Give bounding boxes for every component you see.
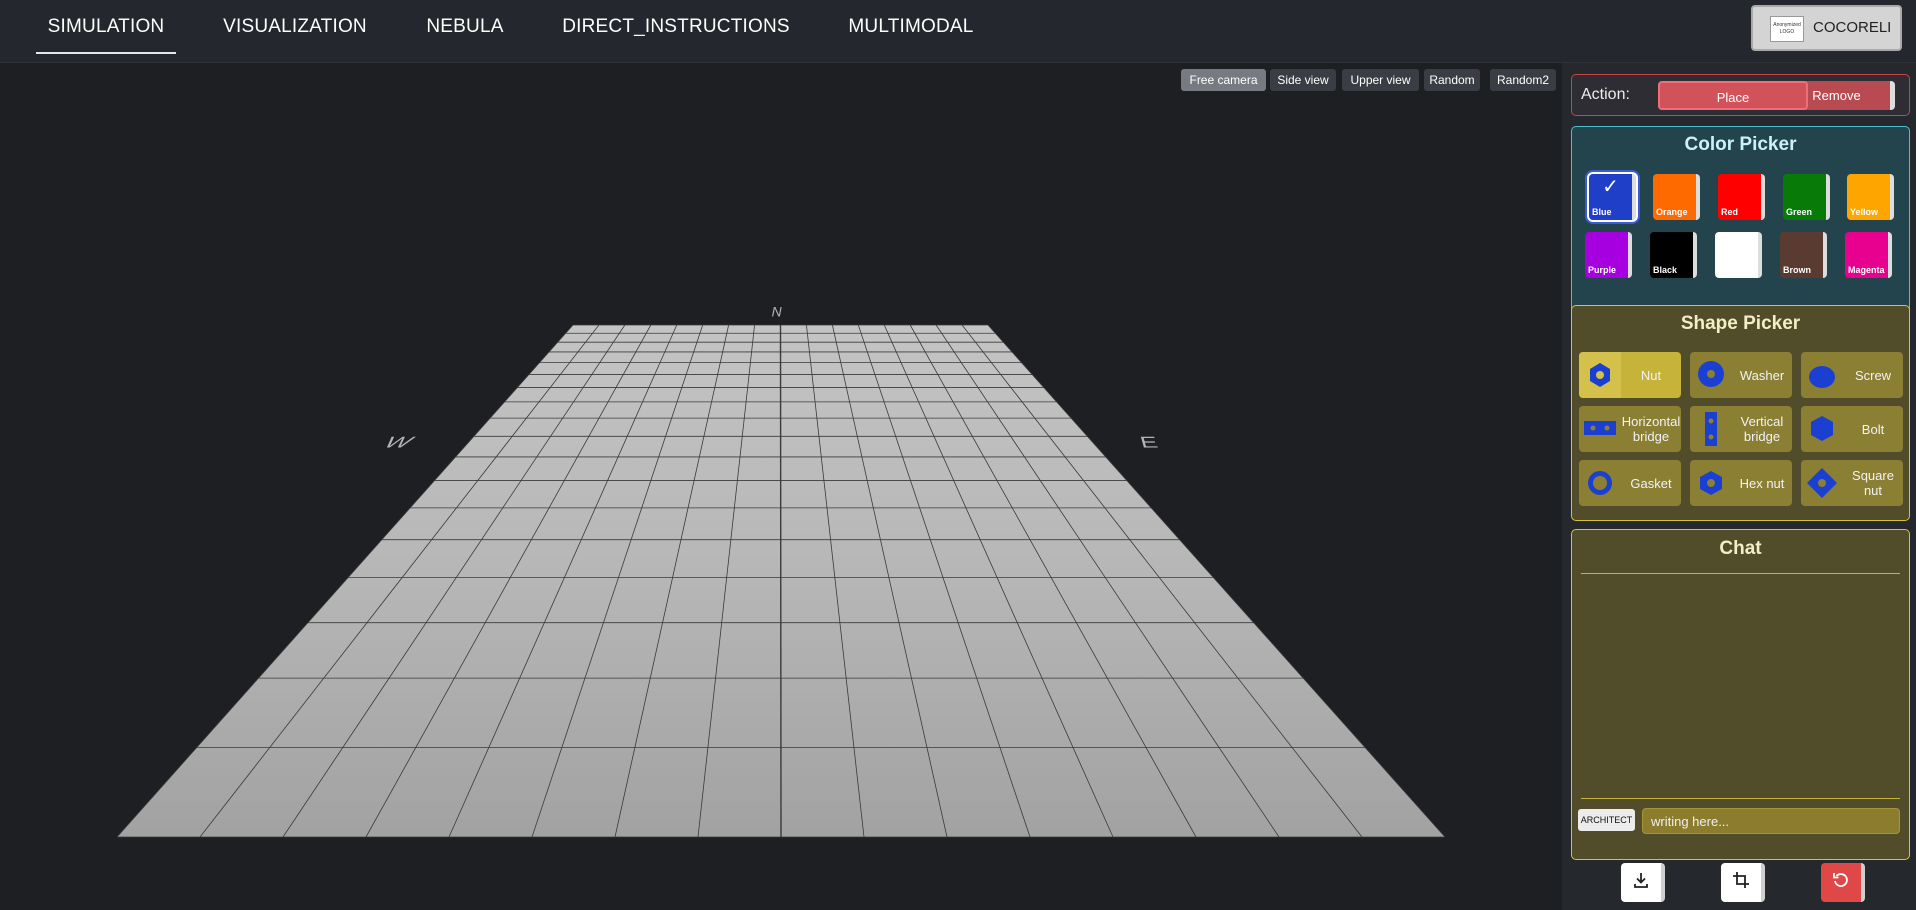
shape-label-square-nut: Square nut <box>1852 468 1894 498</box>
color-swatch-white[interactable]: White <box>1715 232 1762 278</box>
color-swatch-orange[interactable]: Orange <box>1653 174 1700 220</box>
brand-logo: Anonymized LOGO <box>1770 16 1804 42</box>
action-label: Action: <box>1581 86 1630 103</box>
vertical-bridge-icon <box>1690 406 1732 452</box>
camera-side-button[interactable]: Side view <box>1270 69 1336 91</box>
color-swatch-blue[interactable]: ✓ Blue <box>1589 174 1636 220</box>
square-nut-icon <box>1801 460 1843 506</box>
crop-button[interactable] <box>1721 863 1765 902</box>
color-swatch-black[interactable]: Black <box>1650 232 1697 278</box>
shape-washer-button[interactable]: Washer <box>1690 352 1792 398</box>
color-picker-title: Color Picker <box>1684 134 1797 155</box>
grid-floor[interactable] <box>0 63 1562 910</box>
shape-vertical-bridge-button[interactable]: Vertical bridge <box>1690 406 1792 452</box>
color-label-red: Red <box>1721 207 1739 217</box>
color-label-brown: Brown <box>1783 265 1811 275</box>
color-swatch-yellow[interactable]: Yellow <box>1847 174 1894 220</box>
shape-label-nut: Nut <box>1640 367 1662 383</box>
chat-divider-bottom <box>1581 798 1900 799</box>
color-label-green: Green <box>1786 207 1813 217</box>
download-icon <box>1632 871 1650 894</box>
shape-label-horizontal-bridge: Horizontal bridge <box>1621 414 1681 444</box>
shape-picker: Shape Picker Nut Washer Screw Horizontal… <box>1571 305 1910 521</box>
hex-nut-icon <box>1690 460 1732 506</box>
chat-input[interactable] <box>1642 808 1900 834</box>
reset-icon <box>1832 871 1850 894</box>
control-panel: Action: Remove Place Color Picker ✓ Blue… <box>1562 63 1916 910</box>
color-label-blue: Blue <box>1592 207 1612 217</box>
bolt-icon <box>1801 406 1843 452</box>
top-navigation-bar: SIMULATION VISUALIZATION NEBULA DIRECT_I… <box>0 0 1916 63</box>
camera-random-button[interactable]: Random <box>1424 69 1480 91</box>
color-swatch-purple[interactable]: Purple <box>1585 232 1632 278</box>
crop-icon <box>1732 871 1750 894</box>
chat-title: Chat <box>1719 538 1762 559</box>
shape-hex-nut-button[interactable]: Hex nut <box>1690 460 1792 506</box>
compass-north-label: N <box>772 304 783 320</box>
checkmark-icon: ✓ <box>1602 176 1619 198</box>
camera-free-button[interactable]: Free camera <box>1181 69 1266 91</box>
chat-messages[interactable] <box>1581 576 1900 796</box>
color-label-orange: Orange <box>1656 207 1688 217</box>
shape-bolt-button[interactable]: Bolt <box>1801 406 1903 452</box>
action-selector: Action: Remove Place <box>1571 74 1910 116</box>
tab-multimodal[interactable]: MULTIMODAL <box>844 0 978 54</box>
place-button[interactable]: Place <box>1658 81 1808 110</box>
nut-icon <box>1579 352 1621 398</box>
shape-picker-title: Shape Picker <box>1680 313 1801 334</box>
color-swatch-green[interactable]: Green <box>1783 174 1830 220</box>
horizontal-bridge-icon <box>1579 406 1621 452</box>
download-button[interactable] <box>1621 863 1665 902</box>
reset-button[interactable] <box>1821 863 1865 902</box>
tab-visualization[interactable]: VISUALIZATION <box>218 0 372 54</box>
camera-upper-button[interactable]: Upper view <box>1342 69 1419 91</box>
simulation-viewport[interactable]: N W E Free camera Side view Upper view R… <box>0 63 1562 910</box>
shape-label-screw: Screw <box>1854 367 1892 383</box>
shape-screw-button[interactable]: Screw <box>1801 352 1903 398</box>
tab-direct-instructions[interactable]: DIRECT_INSTRUCTIONS <box>560 0 792 54</box>
screw-icon <box>1801 352 1843 398</box>
shape-nut-button[interactable]: Nut <box>1579 352 1681 398</box>
shape-label-bolt: Bolt <box>1861 421 1885 437</box>
color-label-yellow: Yellow <box>1850 207 1879 217</box>
gasket-icon <box>1579 460 1621 506</box>
color-label-magenta: Magenta <box>1848 265 1885 275</box>
color-label-white: White <box>1718 265 1743 275</box>
shape-gasket-button[interactable]: Gasket <box>1579 460 1681 506</box>
role-button[interactable]: ARCHITECT <box>1578 809 1635 831</box>
color-swatch-red[interactable]: Red <box>1718 174 1765 220</box>
shape-label-vertical-bridge: Vertical bridge <box>1740 414 1784 444</box>
washer-icon <box>1690 352 1732 398</box>
shape-label-washer: Washer <box>1739 367 1785 383</box>
color-label-black: Black <box>1653 265 1678 275</box>
tab-nebula[interactable]: NEBULA <box>420 0 510 54</box>
shape-horizontal-bridge-button[interactable]: Horizontal bridge <box>1579 406 1681 452</box>
shape-label-gasket: Gasket <box>1630 475 1672 491</box>
camera-random2-button[interactable]: Random2 <box>1490 69 1556 91</box>
chat-divider-top <box>1581 573 1900 574</box>
color-label-purple: Purple <box>1588 265 1617 275</box>
color-swatch-magenta[interactable]: Magenta <box>1845 232 1892 278</box>
color-swatch-brown[interactable]: Brown <box>1780 232 1827 278</box>
tab-simulation[interactable]: SIMULATION <box>36 0 176 54</box>
shape-label-hex-nut: Hex nut <box>1739 475 1785 491</box>
shape-square-nut-button[interactable]: Square nut <box>1801 460 1903 506</box>
brand-name: COCORELI <box>1813 19 1892 36</box>
chat-panel: Chat ARCHITECT <box>1571 529 1910 860</box>
brand-button[interactable]: Anonymized LOGO COCORELI <box>1751 5 1902 51</box>
